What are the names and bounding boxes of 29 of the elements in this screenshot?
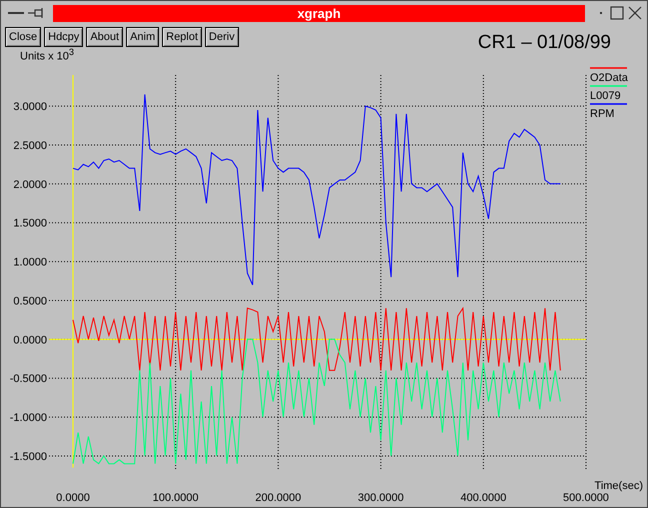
axis-tick-label: -1.0000 — [10, 412, 47, 424]
legend-label: RPM — [590, 108, 614, 120]
axis-tick-label: 300.0000 — [358, 492, 404, 504]
axis-tick-label: 100.0000 — [152, 492, 199, 504]
axis-tick-label: 500.0000 — [563, 492, 609, 504]
toolbar-button[interactable]: Hdcpy — [44, 27, 84, 47]
axis-tick-label: 400.0000 — [460, 492, 506, 504]
axis-tick-label: 1.0000 — [13, 256, 47, 269]
toolbar-button[interactable]: Anim — [126, 27, 160, 47]
axis-tick-label: 2.0000 — [13, 178, 47, 191]
x-axis-label: Time(sec) — [594, 480, 643, 492]
window-title: xgraph — [53, 4, 585, 22]
y-axis-label: Units x 10$^{3}$ — [20, 47, 74, 63]
legend-label: O2Data — [590, 72, 628, 84]
axis-tick-label: -0.5000 — [10, 373, 47, 386]
toolbar-button[interactable]: Deriv — [204, 27, 239, 47]
axis-tick-label: -1.5000 — [10, 450, 47, 463]
plot-title: CR1 – 01/08/99 — [478, 32, 611, 54]
axis-tick-label: 2.5000 — [13, 140, 47, 152]
axis-tick-label: 1.5000 — [13, 218, 47, 230]
axis-tick-label: 0.5000 — [13, 295, 47, 308]
axis-tick-label: 0.0000 — [56, 492, 90, 504]
axis-tick-label: 0.0000 — [13, 334, 47, 346]
toolbar-button[interactable]: Replot — [162, 27, 202, 47]
toolbar-button[interactable]: About — [86, 27, 124, 47]
toolbar-button[interactable]: Close — [5, 27, 42, 47]
axis-tick-label: 3.0000 — [13, 101, 47, 114]
legend-label: L0079 — [590, 90, 621, 102]
axis-tick-label: 200.0000 — [255, 492, 302, 504]
